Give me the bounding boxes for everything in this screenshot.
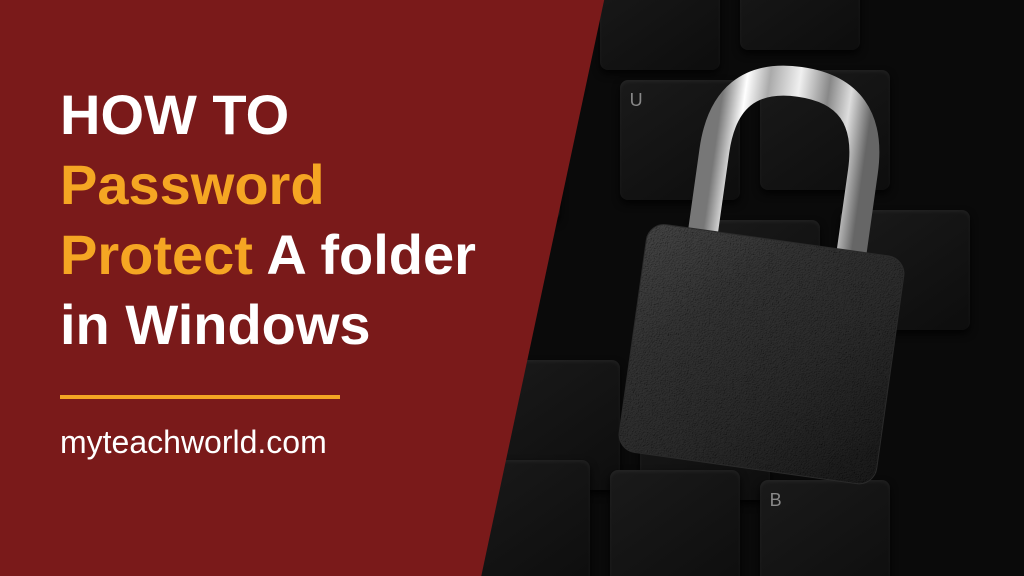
banner-container: 8&UTB [0, 0, 1024, 576]
keyboard-key [740, 0, 860, 50]
main-heading: HOW TO Password Protect A folder in Wind… [60, 80, 500, 360]
heading-line-1: HOW TO [60, 80, 500, 150]
accent-divider [60, 395, 340, 399]
